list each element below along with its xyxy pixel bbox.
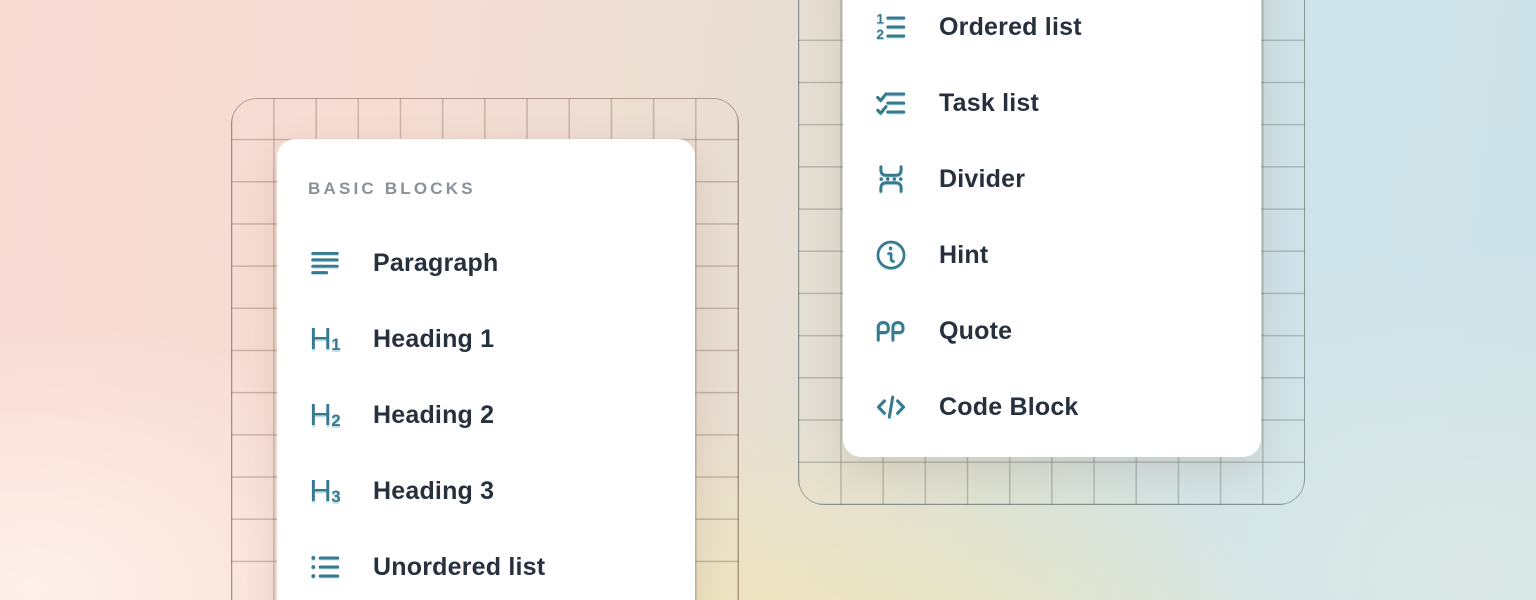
heading-3-icon: H3 [308,474,342,508]
menu-item[interactable]: Hint [843,217,1261,293]
menu-item-label: Hint [939,241,988,270]
hint-icon [874,238,908,272]
menu-item-label: Code Block [939,393,1079,422]
heading-1-icon: H1 [308,322,342,356]
menu-item[interactable]: H1 Heading 1 [277,301,695,377]
basic-blocks-menu: BASIC BLOCKS Paragraph H1 Heading 1 H2 Headi… [277,139,695,600]
quote-icon [874,314,908,348]
menu-item[interactable]: Task list [843,65,1261,141]
menu-item[interactable]: Code Block [843,369,1261,445]
menu-item-label: Paragraph [373,249,498,278]
menu-item-label: Unordered list [373,553,545,582]
menu-item[interactable]: 12 Ordered list [843,0,1261,65]
more-blocks-menu: 12 Ordered list Task list Divider Hint Quote C… [843,0,1261,457]
task-list-icon [874,86,908,120]
menu-item[interactable]: Unordered list [277,529,695,600]
divider-icon [874,162,908,196]
paragraph-icon [308,246,342,280]
heading-2-icon: H2 [308,398,342,432]
ordered-list-icon: 12 [874,10,908,44]
menu-item-label: Quote [939,317,1012,346]
menu-item[interactable]: H2 Heading 2 [277,377,695,453]
menu-item[interactable]: Paragraph [277,225,695,301]
menu-section-header: BASIC BLOCKS [308,179,695,199]
menu-item[interactable]: Divider [843,141,1261,217]
menu-item-label: Task list [939,89,1039,118]
menu-item[interactable]: Quote [843,293,1261,369]
unordered-list-icon [308,550,342,584]
menu-item-label: Divider [939,165,1025,194]
more-blocks-list: 12 Ordered list Task list Divider Hint Quote C… [843,0,1261,445]
block-picker-hero: BASIC BLOCKS Paragraph H1 Heading 1 H2 Headi… [0,0,1536,600]
svg-text:1: 1 [876,10,884,26]
code-block-icon [874,390,908,424]
basic-blocks-list: Paragraph H1 Heading 1 H2 Heading 2 H3 Heading… [277,199,695,600]
menu-item[interactable]: H3 Heading 3 [277,453,695,529]
menu-item-label: Heading 2 [373,401,494,430]
menu-item-label: Heading 3 [373,477,494,506]
menu-item-label: Heading 1 [373,325,494,354]
svg-text:2: 2 [876,26,884,42]
menu-item-label: Ordered list [939,13,1082,42]
